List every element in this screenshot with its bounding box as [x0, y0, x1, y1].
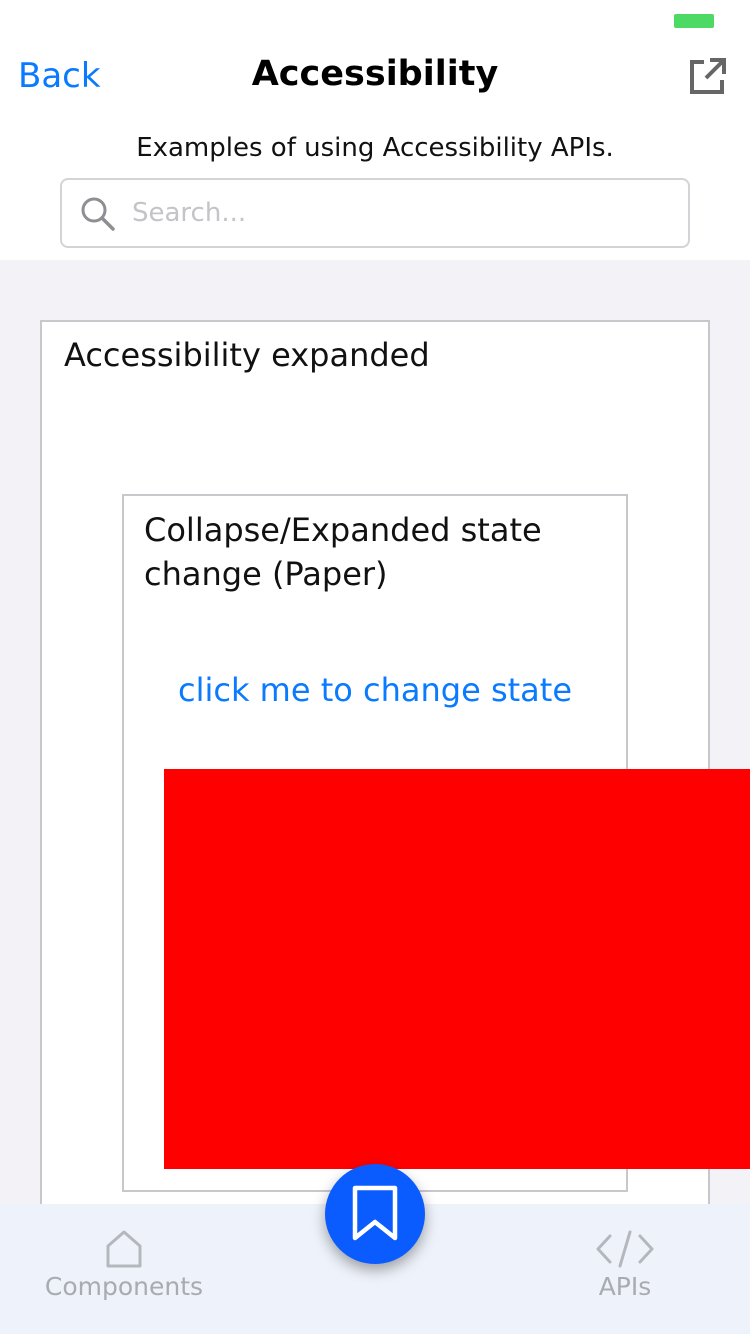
- red-overlay-block: [164, 769, 750, 1169]
- bookmark-fab-button[interactable]: [325, 1164, 425, 1264]
- paper-card-title: Collapse/Expanded state change (Paper): [144, 511, 542, 593]
- bookmark-icon: [352, 1185, 398, 1241]
- tab-apis[interactable]: APIs: [545, 1228, 705, 1301]
- code-icon: [596, 1230, 654, 1268]
- page-subtitle: Examples of using Accessibility APIs.: [136, 133, 614, 163]
- page-title: Accessibility: [251, 54, 499, 94]
- battery-indicator: [674, 14, 714, 28]
- card-title: Accessibility expanded: [64, 336, 430, 374]
- search-input[interactable]: [132, 190, 672, 236]
- search-box[interactable]: [60, 178, 690, 248]
- tab-apis-label: APIs: [598, 1272, 652, 1301]
- tab-components[interactable]: Components: [24, 1228, 224, 1301]
- change-state-link[interactable]: click me to change state: [164, 668, 586, 712]
- open-in-new-icon[interactable]: [688, 56, 728, 96]
- screen: Back Accessibility Examples of using Acc…: [0, 0, 750, 1334]
- header: Back Accessibility Examples of using Acc…: [0, 0, 750, 260]
- search-icon: [81, 197, 115, 231]
- tab-components-label: Components: [44, 1272, 204, 1301]
- home-icon: [106, 1230, 142, 1268]
